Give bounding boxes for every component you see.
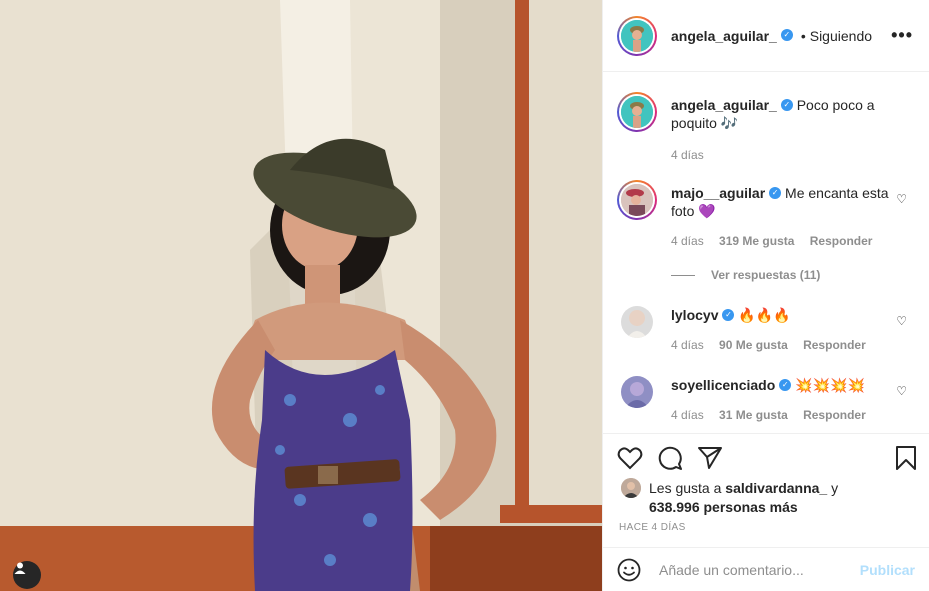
comment-item: majo__aguilar ✓ Me encanta esta foto 💜 4 … xyxy=(617,180,915,250)
comment-emoji: 💥💥💥💥 xyxy=(795,377,865,393)
comment-avatar[interactable] xyxy=(621,306,653,338)
comments-list[interactable]: angela_aguilar_ ✓ Poco poco a poquito 🎶 4… xyxy=(603,72,929,433)
caption-username[interactable]: angela_aguilar_ xyxy=(671,97,777,113)
comment-time[interactable]: 4 días xyxy=(671,234,704,248)
save-bookmark-icon[interactable] xyxy=(895,445,917,471)
verified-badge-icon: ✓ xyxy=(769,187,782,200)
likes-conj: y xyxy=(831,480,839,496)
instagram-post-modal: angela_aguilar_ ✓ • Siguiendo ••• angela… xyxy=(0,0,929,591)
add-comment-bar: Publicar xyxy=(603,547,929,591)
post-header: angela_aguilar_ ✓ • Siguiendo ••• xyxy=(603,0,929,72)
post-side-panel: angela_aguilar_ ✓ • Siguiendo ••• angela… xyxy=(602,0,929,591)
comment-input[interactable] xyxy=(657,561,860,579)
comment-item: lylocyv ✓ 🔥🔥🔥 4 días 90 Me gusta Responde… xyxy=(617,306,915,354)
verified-badge-icon: ✓ xyxy=(779,379,792,392)
comment-emoji: 🔥🔥🔥 xyxy=(738,307,791,323)
like-comment-heart-icon[interactable]: ♡ xyxy=(896,314,907,328)
post-timestamp[interactable]: HACE 4 DÍAS xyxy=(619,522,686,533)
like-heart-icon[interactable] xyxy=(617,446,643,470)
liker-avatar[interactable] xyxy=(621,478,641,498)
caption-emoji: 🎶 xyxy=(720,115,739,131)
comment-item: soyellicenciado ✓ 💥💥💥💥 4 días 31 Me gusta… xyxy=(617,376,915,424)
comment-likes[interactable]: 90 Me gusta xyxy=(719,338,788,352)
comment-time[interactable]: 4 días xyxy=(671,408,704,422)
likes-count[interactable]: 638.996 personas más xyxy=(649,498,913,516)
likes-prefix: Les gusta a xyxy=(649,480,722,496)
comment-avatar[interactable] xyxy=(621,376,653,408)
comment-username[interactable]: majo__aguilar xyxy=(671,185,765,201)
liker-username[interactable]: saldivardanna_ xyxy=(725,479,827,497)
avatar-image-icon xyxy=(621,376,653,408)
header-separator: • xyxy=(800,27,806,44)
caption: angela_aguilar_ ✓ Poco poco a poquito 🎶 4… xyxy=(617,92,915,164)
avatar-image-icon xyxy=(621,184,653,216)
author-username[interactable]: angela_aguilar_ xyxy=(671,28,777,44)
more-options-icon[interactable]: ••• xyxy=(891,25,913,46)
reply-button[interactable]: Responder xyxy=(803,338,866,352)
tagged-users-button[interactable] xyxy=(13,561,41,589)
emoji-smiley-icon[interactable] xyxy=(617,558,641,582)
user-icon xyxy=(14,562,26,574)
caption-avatar[interactable] xyxy=(617,92,657,132)
comment-bubble-icon[interactable] xyxy=(657,445,683,471)
comment-avatar[interactable] xyxy=(617,180,657,220)
likes-summary: Les gusta a saldivardanna_ y 638.996 per… xyxy=(621,478,913,516)
publish-button[interactable]: Publicar xyxy=(860,562,915,578)
avatar-image-icon xyxy=(621,306,653,338)
verified-badge-icon: ✓ xyxy=(780,99,793,112)
post-actions xyxy=(603,433,929,482)
author-avatar[interactable] xyxy=(617,15,657,56)
reply-button[interactable]: Responder xyxy=(803,408,866,422)
photo-illustration xyxy=(0,0,602,591)
like-comment-heart-icon[interactable]: ♡ xyxy=(896,192,907,206)
view-replies-button[interactable]: Ver respuestas (11) xyxy=(671,268,820,282)
reply-button[interactable]: Responder xyxy=(810,234,873,248)
share-paper-plane-icon[interactable] xyxy=(697,446,723,470)
comment-likes[interactable]: 319 Me gusta xyxy=(719,234,794,248)
avatar-image-icon xyxy=(621,478,641,498)
comment-username[interactable]: lylocyv xyxy=(671,307,718,323)
avatar-image-icon xyxy=(621,96,653,128)
post-photo[interactable] xyxy=(0,0,602,591)
following-button[interactable]: Siguiendo xyxy=(810,28,872,44)
comment-likes[interactable]: 31 Me gusta xyxy=(719,408,788,422)
replies-divider xyxy=(671,274,695,276)
comment-emoji: 💜 xyxy=(698,203,716,219)
caption-time[interactable]: 4 días xyxy=(671,148,704,162)
verified-badge-icon: ✓ xyxy=(780,28,793,41)
avatar-image-icon xyxy=(621,19,653,52)
view-replies-label: Ver respuestas (11) xyxy=(711,268,821,282)
comment-time[interactable]: 4 días xyxy=(671,338,704,352)
like-comment-heart-icon[interactable]: ♡ xyxy=(896,384,907,398)
comment-username[interactable]: soyellicenciado xyxy=(671,377,775,393)
verified-badge-icon: ✓ xyxy=(722,309,735,322)
